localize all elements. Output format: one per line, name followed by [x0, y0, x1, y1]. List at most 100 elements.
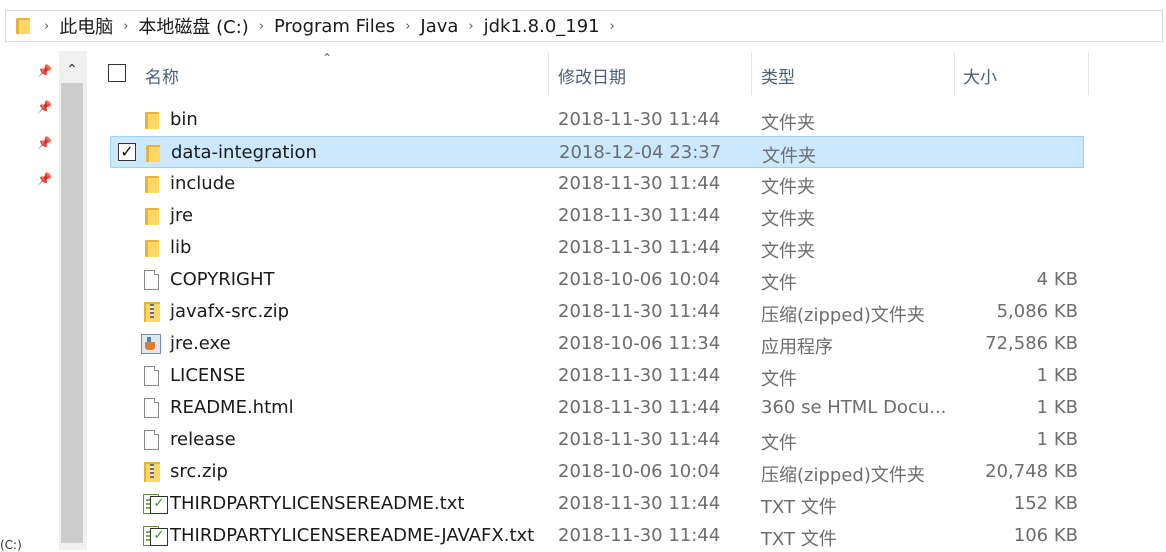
file-name[interactable]: jre: [170, 205, 193, 226]
file-row[interactable]: COPYRIGHT 2018-10-06 10:04 文件 4 KB: [110, 264, 1084, 296]
file-row[interactable]: jre.exe 2018-10-06 11:34 应用程序 72,586 KB: [110, 328, 1084, 360]
file-size: 20,748 KB: [985, 461, 1078, 482]
file-size: 1 KB: [1036, 397, 1078, 418]
file-icon: [141, 430, 161, 450]
column-header-name[interactable]: 名称: [145, 63, 179, 88]
file-name[interactable]: LICENSE: [170, 365, 246, 386]
file-date: 2018-11-30 11:44: [558, 109, 721, 130]
file-row[interactable]: LICENSE 2018-11-30 11:44 文件 1 KB: [110, 360, 1084, 392]
file-name[interactable]: include: [170, 173, 235, 194]
folder-icon: [141, 238, 161, 258]
file-date: 2018-10-06 11:34: [558, 333, 721, 354]
scrollbar-thumb[interactable]: [61, 83, 83, 543]
txt-icon: ✓: [141, 494, 168, 514]
file-type: 文件夹: [761, 113, 815, 134]
file-name[interactable]: THIRDPARTYLICENSEREADME-JAVAFX.txt: [170, 525, 534, 546]
column-divider[interactable]: [1088, 53, 1089, 95]
file-icon: [141, 366, 161, 386]
breadcrumb-this-pc[interactable]: 此电脑: [55, 13, 117, 39]
file-size: 72,586 KB: [985, 333, 1078, 354]
file-size: 106 KB: [1013, 525, 1078, 546]
breadcrumb-local-disk[interactable]: 本地磁盘 (C:): [134, 13, 252, 39]
column-divider[interactable]: [548, 53, 549, 95]
pin-icon[interactable]: 📌: [37, 136, 52, 150]
column-divider[interactable]: [751, 53, 752, 95]
file-name[interactable]: src.zip: [170, 461, 228, 482]
file-row[interactable]: ✓ THIRDPARTYLICENSEREADME-JAVAFX.txt 2018-…: [110, 520, 1084, 552]
file-icon: [141, 398, 161, 418]
file-type: 文件夹: [761, 241, 815, 262]
file-type: 应用程序: [761, 337, 833, 358]
file-date: 2018-11-30 11:44: [558, 301, 721, 322]
file-type: 文件夹: [761, 209, 815, 230]
file-name[interactable]: COPYRIGHT: [170, 269, 274, 290]
chevron-right-icon[interactable]: ›: [117, 19, 134, 34]
file-size: 4 KB: [1036, 269, 1078, 290]
navigation-pane: [0, 51, 60, 550]
file-row[interactable]: README.html 2018-11-30 11:44 360 se HTML D…: [110, 392, 1084, 424]
file-row[interactable]: release 2018-11-30 11:44 文件 1 KB: [110, 424, 1084, 456]
column-header: ⌃ 名称 修改日期 类型 大小: [100, 51, 1100, 97]
file-type: 文件夹: [762, 146, 816, 167]
file-date: 2018-11-30 11:44: [558, 493, 721, 514]
folder-icon: [16, 18, 30, 34]
file-name[interactable]: javafx-src.zip: [170, 301, 289, 322]
file-row[interactable]: jre 2018-11-30 11:44 文件夹: [110, 200, 1084, 232]
select-all-checkbox[interactable]: [108, 64, 126, 82]
chevron-right-icon[interactable]: ›: [462, 19, 479, 34]
file-size: 5,086 KB: [996, 301, 1078, 322]
column-divider[interactable]: [954, 53, 955, 95]
pin-icon[interactable]: 📌: [37, 172, 52, 186]
sort-ascending-icon: ⌃: [322, 51, 333, 65]
pin-icon[interactable]: 📌: [37, 64, 52, 78]
zip-icon: [141, 302, 161, 322]
folder-icon: [142, 143, 162, 163]
file-type: 压缩(zipped)文件夹: [761, 465, 925, 486]
breadcrumb-java[interactable]: Java: [416, 16, 462, 37]
file-date: 2018-11-30 11:44: [558, 429, 721, 450]
scroll-up-icon[interactable]: ⌃: [61, 59, 83, 81]
file-name[interactable]: README.html: [170, 397, 294, 418]
file-row[interactable]: lib 2018-11-30 11:44 文件夹: [110, 232, 1084, 264]
file-size: 152 KB: [1013, 493, 1078, 514]
file-row[interactable]: src.zip 2018-10-06 10:04 压缩(zipped)文件夹 20,7…: [110, 456, 1084, 488]
file-date: 2018-11-30 11:44: [558, 397, 721, 418]
chevron-right-icon[interactable]: ›: [399, 19, 416, 34]
chevron-right-icon[interactable]: ›: [604, 19, 621, 34]
file-name[interactable]: lib: [170, 237, 191, 258]
file-row[interactable]: javafx-src.zip 2018-11-30 11:44 压缩(zipped)…: [110, 296, 1084, 328]
file-type: 文件: [761, 433, 797, 454]
breadcrumb[interactable]: › 此电脑 › 本地磁盘 (C:) › Program Files › Java…: [5, 10, 1163, 42]
file-row[interactable]: ✓ THIRDPARTYLICENSEREADME.txt 2018-11-30 1…: [110, 488, 1084, 520]
file-name[interactable]: jre.exe: [170, 333, 231, 354]
file-type: 360 se HTML Docu...: [761, 397, 947, 418]
column-header-date[interactable]: 修改日期: [558, 63, 626, 88]
file-name[interactable]: THIRDPARTYLICENSEREADME.txt: [170, 493, 464, 514]
file-date: 2018-11-30 11:44: [558, 205, 721, 226]
column-header-size[interactable]: 大小: [963, 63, 997, 88]
file-date: 2018-11-30 11:44: [558, 365, 721, 386]
row-checkbox[interactable]: ✓: [118, 143, 136, 161]
file-type: TXT 文件: [761, 497, 837, 518]
file-name[interactable]: bin: [170, 109, 198, 130]
column-header-type[interactable]: 类型: [761, 63, 795, 88]
pin-icon[interactable]: 📌: [37, 100, 52, 114]
breadcrumb-jdk[interactable]: jdk1.8.0_191: [480, 16, 604, 37]
file-date: 2018-11-30 11:44: [558, 525, 721, 546]
file-size: 1 KB: [1036, 365, 1078, 386]
file-date: 2018-10-06 10:04: [558, 461, 721, 482]
folder-icon: [141, 174, 161, 194]
address-bar: › 此电脑 › 本地磁盘 (C:) › Program Files › Java…: [0, 0, 1166, 52]
chevron-right-icon[interactable]: ›: [38, 19, 55, 34]
file-row[interactable]: include 2018-11-30 11:44 文件夹: [110, 168, 1084, 200]
file-type: 文件夹: [761, 177, 815, 198]
breadcrumb-program-files[interactable]: Program Files: [270, 16, 399, 37]
file-date: 2018-11-30 11:44: [558, 173, 721, 194]
file-name[interactable]: data-integration: [171, 142, 317, 163]
file-row[interactable]: ✓ data-integration 2018-12-04 23:37 文件夹: [110, 136, 1084, 168]
file-icon: [141, 270, 161, 290]
file-row[interactable]: bin 2018-11-30 11:44 文件夹: [110, 104, 1084, 136]
file-name[interactable]: release: [170, 429, 236, 450]
file-type: 压缩(zipped)文件夹: [761, 305, 925, 326]
chevron-right-icon[interactable]: ›: [253, 19, 270, 34]
